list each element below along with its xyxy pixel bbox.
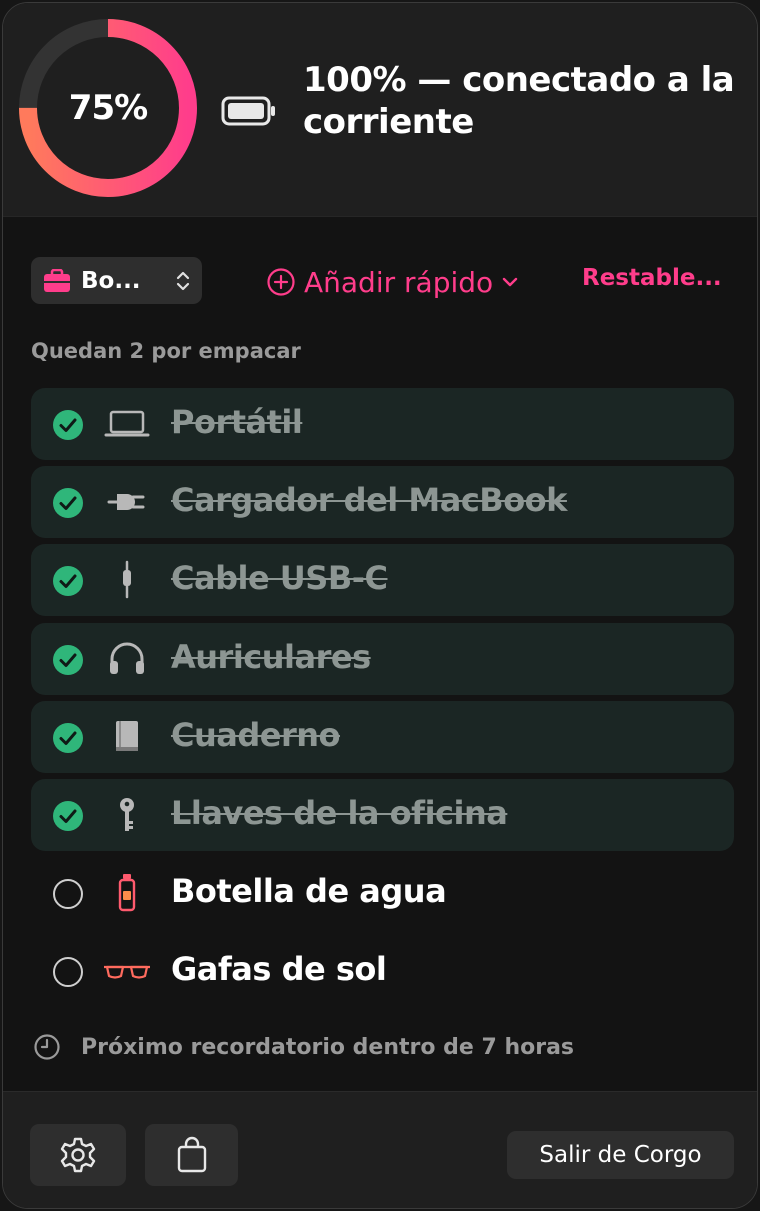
check-circle-icon[interactable]: [52, 800, 84, 832]
charge-header: 75% 100% — conectado a la corriente: [3, 3, 757, 217]
list-item-label: Cable USB-C: [171, 559, 388, 598]
reset-button[interactable]: Restable...: [582, 265, 722, 291]
headphones-icon: [110, 642, 144, 674]
book-icon: [116, 720, 138, 751]
quick-add-label: Añadir rápido: [304, 265, 494, 299]
gear-icon: [60, 1137, 96, 1173]
list-item-label: Gafas de sol: [171, 950, 387, 989]
packing-list: Portátil Cargador del MacBook Cable USB-…: [31, 388, 734, 1014]
reminder-row: Próximo recordatorio dentro de 7 horas: [33, 1033, 574, 1061]
list-item-label: Cargador del MacBook: [171, 481, 567, 520]
list-item-label: Auriculares: [171, 637, 371, 676]
check-circle-icon[interactable]: [52, 644, 84, 676]
clock-icon: [34, 1034, 60, 1060]
bag-icon: [177, 1136, 206, 1173]
check-circle-icon[interactable]: [52, 565, 84, 597]
charge-progress-label: 75%: [68, 88, 148, 128]
list-item[interactable]: Llaves de la oficina: [31, 778, 734, 851]
list-item-label: Llaves de la oficina: [171, 793, 508, 832]
app-window: 75% 100% — conectado a la corriente Bo..…: [2, 2, 758, 1209]
briefcase-icon: [44, 268, 70, 292]
list-item-label: Cuaderno: [171, 715, 341, 754]
check-circle-icon[interactable]: [52, 409, 84, 441]
check-circle-icon[interactable]: [52, 722, 84, 754]
bag-selector-label: Bo...: [81, 267, 141, 294]
list-item[interactable]: Cuaderno: [31, 700, 734, 773]
sunglasses-icon: [104, 966, 150, 979]
laptop-icon: [104, 410, 150, 437]
empty-circle-icon[interactable]: [52, 878, 84, 910]
list-item-label: Botella de agua: [171, 872, 447, 911]
bag-button[interactable]: [145, 1124, 238, 1186]
remaining-count-text: Quedan 2 por empacar: [31, 339, 301, 363]
footer-bar: Salir de Corgo: [3, 1091, 757, 1208]
chevron-down-icon: [502, 277, 518, 287]
quick-add-button[interactable]: Añadir rápido: [266, 260, 519, 304]
list-item[interactable]: Auriculares: [31, 622, 734, 695]
list-item[interactable]: Portátil: [31, 388, 734, 460]
plus-circle-icon: [267, 268, 295, 296]
cable-icon: [123, 561, 131, 599]
chevron-up-down-icon: [176, 271, 190, 290]
bottle-icon: [118, 874, 136, 912]
battery-full-icon: [221, 96, 275, 126]
plug-icon: [107, 494, 145, 511]
battery-status-text: 100% — conectado a la corriente: [303, 60, 735, 142]
list-item[interactable]: Cargador del MacBook: [31, 466, 734, 539]
list-item[interactable]: Botella de agua: [31, 857, 734, 929]
list-item[interactable]: Gafas de sol: [31, 935, 734, 1007]
list-item[interactable]: Cable USB-C: [31, 544, 734, 617]
list-item-label: Portátil: [171, 403, 303, 441]
bag-selector[interactable]: Bo...: [31, 257, 202, 304]
reminder-text: Próximo recordatorio dentro de 7 horas: [81, 1034, 575, 1060]
key-icon: [120, 797, 134, 831]
check-circle-icon[interactable]: [52, 487, 84, 519]
empty-circle-icon[interactable]: [52, 956, 84, 988]
quit-button[interactable]: Salir de Corgo: [507, 1131, 734, 1179]
settings-button[interactable]: [30, 1124, 126, 1186]
